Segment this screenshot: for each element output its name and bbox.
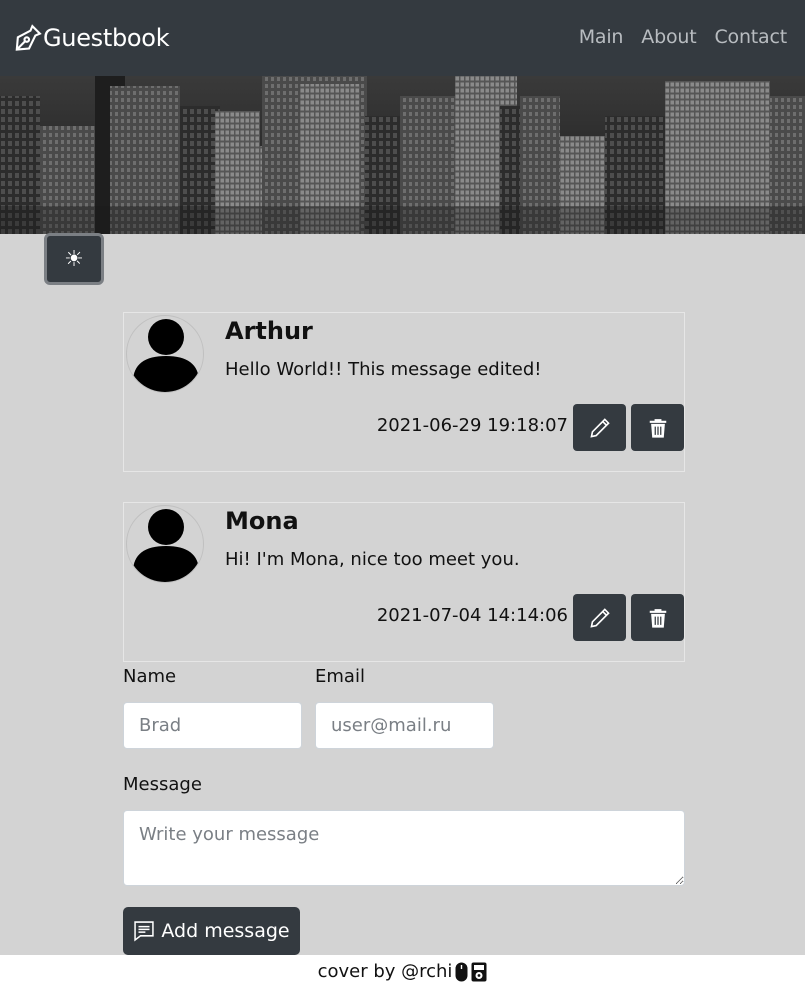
pencil-icon xyxy=(589,417,610,438)
pencil-icon xyxy=(589,607,610,628)
message-card: Mona Hi! I'm Mona, nice too meet you. 20… xyxy=(123,502,685,662)
name-input[interactable] xyxy=(123,702,302,749)
brand-name: Guestbook xyxy=(43,24,170,52)
sun-icon: ☀ xyxy=(64,246,84,271)
nav-link-about[interactable]: About xyxy=(641,26,696,48)
edit-button[interactable] xyxy=(573,404,626,451)
navbar: Guestbook Main About Contact xyxy=(0,0,805,76)
avatar xyxy=(126,505,204,583)
user-avatar-icon xyxy=(133,319,199,392)
brand-link[interactable]: Guestbook xyxy=(14,22,170,54)
add-message-label: Add message xyxy=(161,920,290,942)
message-author: Mona xyxy=(225,507,299,535)
ipod-icon xyxy=(471,962,487,981)
message-text: Hello World!! This message edited! xyxy=(225,359,542,380)
email-label: Email xyxy=(315,666,365,687)
email-input[interactable] xyxy=(315,702,494,749)
message-date: 2021-07-04 14:14:06 xyxy=(376,605,568,626)
add-message-button[interactable]: Add message xyxy=(123,907,300,955)
footer: cover by @rchi xyxy=(0,955,805,988)
name-label: Name xyxy=(123,666,177,687)
messages-list: Arthur Hello World!! This message edited… xyxy=(123,312,685,692)
edit-button[interactable] xyxy=(573,594,626,641)
trash-icon xyxy=(649,418,666,438)
message-author: Arthur xyxy=(225,317,313,345)
nav-link-main[interactable]: Main xyxy=(579,26,624,48)
avatar xyxy=(126,315,204,393)
message-date: 2021-06-29 19:18:07 xyxy=(376,415,568,436)
nav-links: Main About Contact xyxy=(579,26,787,48)
nav-link-contact[interactable]: Contact xyxy=(714,26,787,48)
theme-toggle-button[interactable]: ☀ xyxy=(44,233,104,285)
delete-button[interactable] xyxy=(631,594,684,641)
message-label: Message xyxy=(123,774,202,795)
chat-text-icon xyxy=(134,921,155,942)
footer-credit: cover by @rchi xyxy=(317,961,453,982)
trash-icon xyxy=(649,608,666,628)
mouse-icon xyxy=(455,962,468,981)
delete-button[interactable] xyxy=(631,404,684,451)
message-text: Hi! I'm Mona, nice too meet you. xyxy=(225,549,520,570)
message-textarea[interactable] xyxy=(123,810,685,886)
pen-nib-icon xyxy=(15,24,42,51)
cover-image xyxy=(0,76,805,234)
message-card: Arthur Hello World!! This message edited… xyxy=(123,312,685,472)
user-avatar-icon xyxy=(133,509,199,582)
